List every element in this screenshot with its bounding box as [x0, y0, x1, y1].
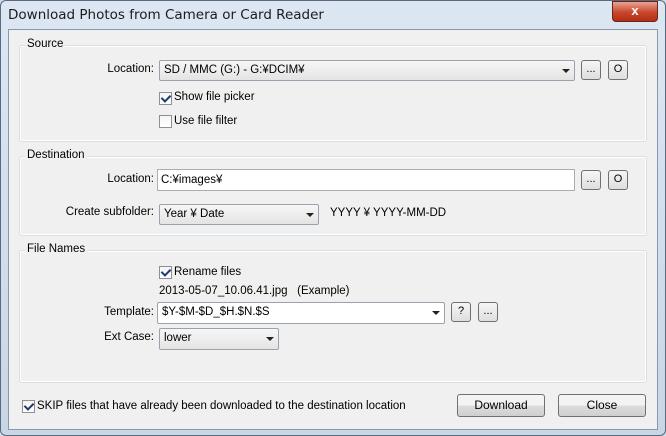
subfolder-example-text: YYYY ¥ YYYY-MM-DD — [330, 207, 447, 219]
create-subfolder-dropdown[interactable]: Year ¥ Date — [159, 204, 319, 225]
dialog-client-area: Source Location: SD / MMC (G:) - G:¥DCIM… — [8, 29, 658, 430]
skip-downloaded-label: SKIP files that have already been downlo… — [37, 400, 406, 412]
chevron-down-icon — [306, 213, 314, 217]
use-file-filter-label: Use file filter — [174, 115, 238, 127]
show-file-picker-checkbox[interactable] — [159, 92, 172, 105]
create-subfolder-value: Year ¥ Date — [164, 208, 225, 220]
template-combobox[interactable]: $Y-$M-$D_$H.$N.$S — [157, 302, 445, 324]
template-label: Template: — [104, 306, 154, 318]
ext-case-value: lower — [164, 332, 192, 344]
destination-open-button[interactable]: O — [608, 170, 628, 190]
template-value: $Y-$M-$D_$H.$N.$S — [162, 306, 270, 318]
use-file-filter-checkbox[interactable] — [159, 115, 172, 128]
close-icon: x — [631, 3, 639, 18]
template-help-button[interactable]: ? — [451, 302, 471, 322]
rename-example-text: 2013-05-07_10.06.41.jpg (Example) — [159, 285, 350, 297]
source-location-dropdown[interactable]: SD / MMC (G:) - G:¥DCIM¥ — [159, 60, 575, 81]
rename-files-checkbox[interactable] — [159, 266, 172, 279]
template-browse-button[interactable]: ... — [478, 302, 498, 322]
destination-location-label: Location: — [107, 173, 154, 185]
skip-downloaded-checkbox[interactable] — [22, 400, 35, 413]
source-group-title: Source — [25, 38, 66, 50]
rename-files-label: Rename files — [174, 266, 242, 278]
chevron-down-icon — [432, 311, 440, 315]
source-location-label: Location: — [107, 63, 154, 75]
close-button[interactable]: Close — [558, 394, 646, 417]
window-title: Download Photos from Camera or Card Read… — [8, 7, 324, 23]
destination-group-title: Destination — [25, 149, 87, 161]
window-close-button[interactable]: x — [612, 1, 658, 22]
download-button[interactable]: Download — [457, 394, 545, 417]
destination-browse-button[interactable]: ... — [581, 170, 601, 190]
ext-case-dropdown[interactable]: lower — [159, 328, 279, 350]
destination-group: Destination — [19, 149, 647, 236]
chevron-down-icon — [266, 337, 274, 341]
source-browse-button[interactable]: ... — [581, 60, 601, 80]
chevron-down-icon — [562, 69, 570, 73]
destination-location-input[interactable]: C:¥images¥ — [157, 169, 575, 191]
file-names-group-title: File Names — [25, 243, 88, 255]
create-subfolder-label: Create subfolder: — [65, 206, 154, 218]
show-file-picker-label: Show file picker — [174, 91, 255, 103]
source-open-button[interactable]: O — [608, 60, 628, 80]
source-location-value: SD / MMC (G:) - G:¥DCIM¥ — [164, 64, 305, 76]
ext-case-label: Ext Case: — [104, 331, 154, 343]
